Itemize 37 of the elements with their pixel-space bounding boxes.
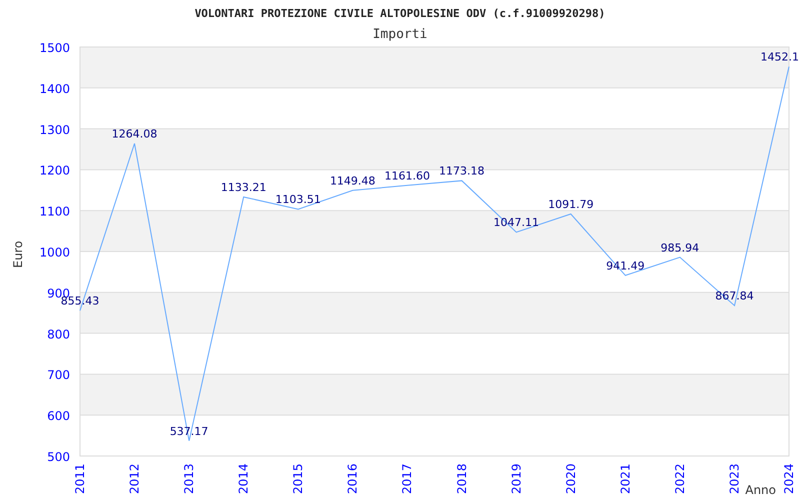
x-tick-label: 2024 xyxy=(782,463,796,494)
data-label: 985.94 xyxy=(660,241,700,254)
x-tick-label: 2013 xyxy=(182,463,196,494)
y-tick-label: 1100 xyxy=(39,204,70,219)
x-tick-label: 2019 xyxy=(509,463,524,494)
x-tick-label: 2014 xyxy=(236,463,251,494)
x-tick-label: 2021 xyxy=(618,463,632,494)
data-label: 1452.1 xyxy=(760,50,799,64)
y-tick-label: 1300 xyxy=(39,122,70,137)
data-label: 1149.48 xyxy=(330,174,376,188)
y-tick-label: 600 xyxy=(47,409,70,424)
x-tick-label: 2012 xyxy=(128,463,142,494)
data-label: 1173.18 xyxy=(439,164,485,178)
chart-title: VOLONTARI PROTEZIONE CIVILE ALTOPOLESINE ODV (c.f.91009920298) xyxy=(194,7,606,20)
x-tick-label: 2018 xyxy=(454,463,469,494)
x-tick-label: 2020 xyxy=(564,463,578,494)
y-tick-label: 700 xyxy=(47,368,70,382)
data-label: 1161.60 xyxy=(384,169,430,182)
x-tick-label: 2022 xyxy=(672,463,687,494)
data-label: 1103.51 xyxy=(275,193,321,206)
x-tick-label: 2023 xyxy=(727,463,742,494)
y-tick-label: 800 xyxy=(47,327,70,342)
y-tick-label: 1000 xyxy=(39,246,70,260)
x-tick-label: 2016 xyxy=(346,463,360,494)
x-axis-title: Anno xyxy=(745,483,776,497)
x-tick-label: 2015 xyxy=(291,463,306,494)
data-label: 1133.21 xyxy=(220,181,266,194)
y-axis-title: Euro xyxy=(11,240,25,268)
chart-subtitle: Importi xyxy=(372,27,428,42)
y-tick-label: 1500 xyxy=(39,41,70,55)
x-tick-label: 2011 xyxy=(73,463,87,494)
data-label: 1264.08 xyxy=(112,128,158,140)
y-tick-label: 1200 xyxy=(39,164,70,178)
x-tick-label: 2017 xyxy=(400,463,414,494)
data-label: 1091.79 xyxy=(548,198,594,211)
y-tick-label: 500 xyxy=(47,450,70,464)
y-tick-label: 1400 xyxy=(39,82,70,96)
